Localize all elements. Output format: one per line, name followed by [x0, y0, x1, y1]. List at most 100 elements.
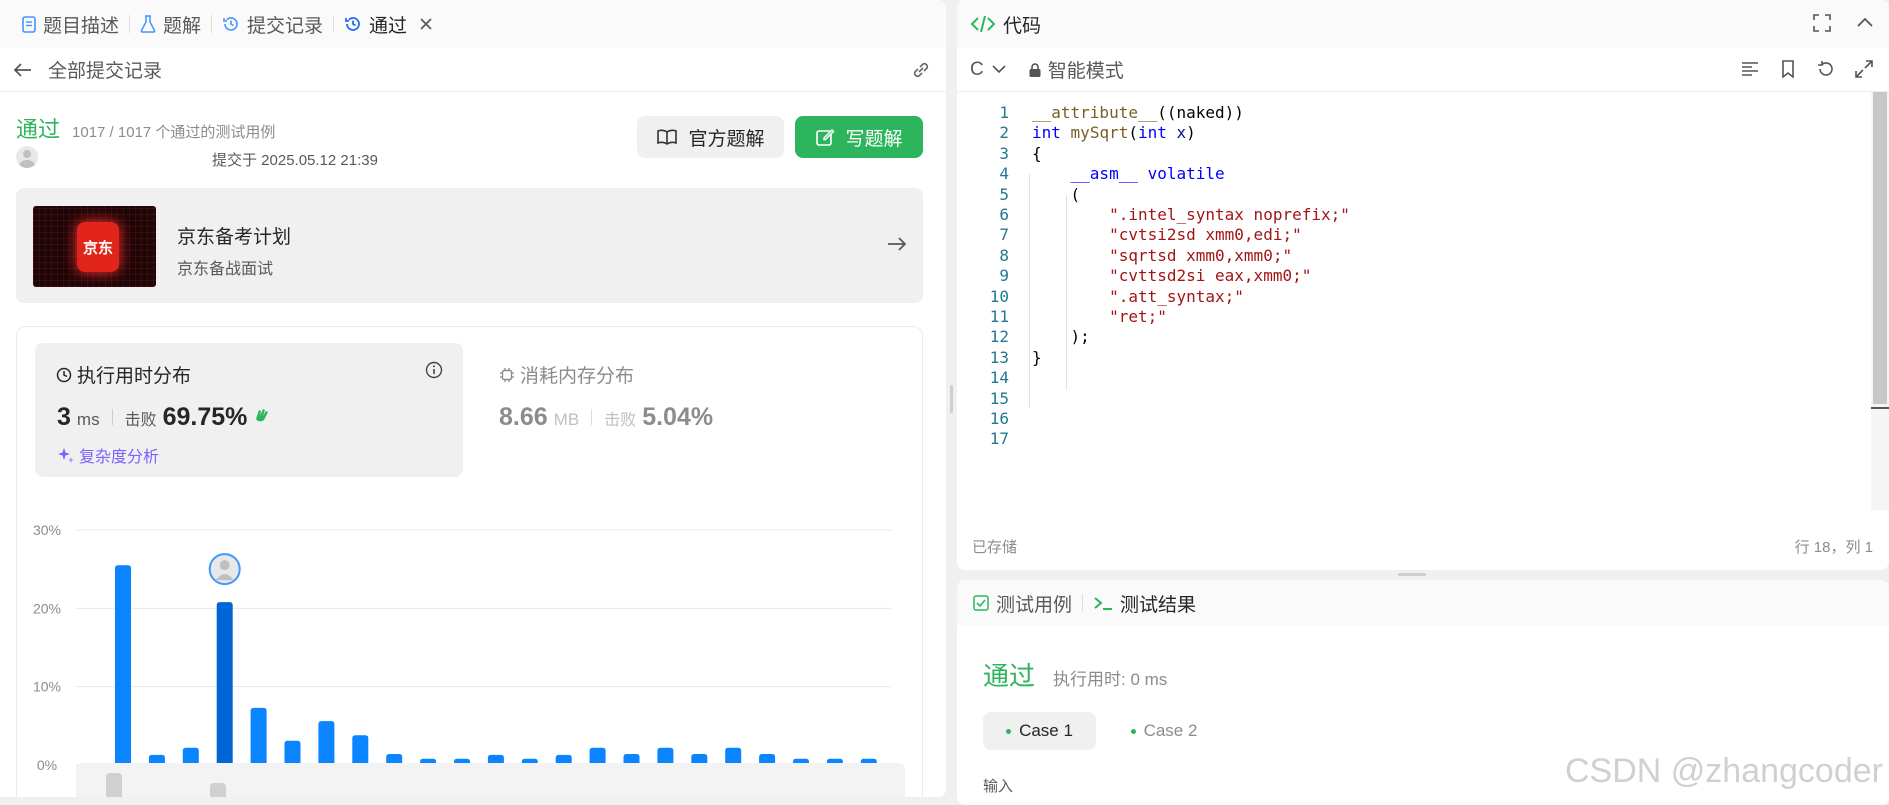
submission-subbar: 全部提交记录: [0, 48, 946, 92]
leetcode-hands-icon: [253, 405, 273, 425]
tab-divider: [1082, 594, 1084, 612]
sparkle-icon: [57, 446, 75, 464]
code-line: 14: [957, 368, 1009, 388]
fullscreen-icon[interactable]: [1813, 14, 1831, 32]
runtime-title-row: 执行用时分布: [56, 361, 191, 388]
code-line: 9 "cvttsd2si eax,xmm0;": [957, 266, 1311, 286]
close-icon[interactable]: [420, 18, 432, 30]
format-icon[interactable]: [1741, 60, 1759, 78]
expand-icon[interactable]: [1855, 60, 1873, 78]
tab-solutions[interactable]: 题解: [130, 11, 211, 38]
language-select[interactable]: C: [970, 59, 1006, 81]
bar[interactable]: [352, 735, 369, 765]
code-text: );: [1032, 327, 1090, 347]
jd-logo: 京东: [77, 222, 119, 272]
indent-guide: [1029, 174, 1030, 408]
code-text: ".att_syntax;": [1109, 286, 1244, 306]
indent-guide: [1066, 195, 1067, 390]
y-tick-label: 30%: [33, 522, 61, 538]
tab-accepted[interactable]: 通过: [334, 11, 442, 38]
tab-test-results-label: 测试结果: [1120, 594, 1197, 616]
promo-subtitle: 京东备战面试: [177, 261, 274, 278]
code-editor[interactable]: 1 __attribute__((naked)) 2 int mySqrt(int x…: [957, 92, 1869, 510]
promo-image: 京东: [33, 206, 156, 287]
runtime-title: 执行用时分布: [77, 366, 192, 387]
document-icon: [22, 15, 36, 33]
bar[interactable]: [250, 707, 267, 765]
scrollbar-marker: [1871, 407, 1889, 409]
user-marker-head: [219, 560, 230, 571]
line-number: 10: [989, 286, 1009, 306]
mode-indicator[interactable]: 智能模式: [1028, 56, 1124, 83]
runtime-box[interactable]: 执行用时分布 3 ms 击败 69.75% 复杂度分析: [35, 343, 463, 477]
value-divider: [591, 409, 593, 425]
bar[interactable]: [115, 565, 131, 765]
code-line: 15: [957, 389, 1009, 409]
value-divider: [111, 409, 113, 425]
bar[interactable]: [216, 602, 233, 765]
editor-statusbar: 已存储 行 18，列 1: [957, 528, 1889, 564]
memory-box[interactable]: 消耗内存分布 8.66 MB 击败 5.04%: [499, 343, 899, 477]
code-line: 1 __attribute__((naked)): [957, 103, 1244, 123]
cases-passed-text: 1017 / 1017 个通过的测试用例: [72, 124, 276, 141]
bookmark-icon[interactable]: [1779, 60, 1797, 78]
code-text: {: [1032, 143, 1042, 163]
preview-bar: [210, 783, 226, 797]
write-solution-button[interactable]: 写题解: [795, 116, 923, 158]
lock-icon: [1028, 62, 1042, 78]
promo-card[interactable]: 京东 京东备考计划 京东备战面试: [16, 188, 923, 303]
info-icon[interactable]: [425, 361, 443, 379]
case-2-label: Case 2: [1143, 721, 1198, 740]
case-1-tab[interactable]: Case 1: [983, 712, 1096, 750]
code-line: 7 "cvtsi2sd xmm0,edi;": [957, 225, 1301, 245]
write-solution-label: 写题解: [845, 128, 903, 150]
memory-value: 8.66: [499, 403, 548, 431]
code-line: 4 __asm__ volatile: [957, 164, 1224, 184]
vertical-resize-handle[interactable]: [950, 385, 953, 413]
all-submissions-link[interactable]: 全部提交记录: [48, 56, 162, 83]
test-runtime: 执行用时: 0 ms: [1053, 670, 1168, 689]
avatar[interactable]: [16, 146, 38, 168]
mode-label: 智能模式: [1047, 61, 1124, 82]
input-label: 输入: [983, 778, 1014, 795]
chevron-up-icon[interactable]: [1857, 16, 1873, 28]
scrollbar-thumb[interactable]: [1873, 92, 1887, 404]
code-text: __attribute__((naked)): [1032, 103, 1244, 122]
line-number: 1: [999, 103, 1009, 122]
history-icon: [222, 15, 240, 33]
official-solution-button[interactable]: 官方题解: [637, 116, 784, 158]
book-icon: [656, 128, 678, 146]
line-number: 8: [999, 245, 1009, 265]
line-number: 15: [989, 388, 1009, 408]
tab-testcases[interactable]: 测试用例: [973, 590, 1072, 617]
stats-card: 执行用时分布 3 ms 击败 69.75% 复杂度分析 消耗内存分布 8.66 …: [16, 326, 923, 797]
arrow-left-icon[interactable]: [14, 62, 32, 77]
tab-submissions[interactable]: 提交记录: [212, 11, 333, 38]
reset-icon[interactable]: [1817, 60, 1835, 78]
bar[interactable]: [284, 740, 301, 765]
tab-description[interactable]: 题目描述: [12, 11, 129, 38]
complexity-link[interactable]: 复杂度分析: [57, 443, 159, 467]
line-number: 9: [999, 266, 1009, 286]
chip-icon: [499, 367, 515, 383]
panel-resize-handle[interactable]: [1398, 573, 1426, 576]
code-text: "cvtsi2sd xmm0,edi;": [1109, 225, 1302, 245]
line-number: 13: [989, 347, 1009, 367]
tab-test-results[interactable]: 测试结果: [1093, 590, 1196, 617]
tab-testcases-label: 测试用例: [996, 594, 1073, 616]
line-number: 17: [989, 429, 1009, 449]
code-line: 12 );: [957, 327, 1090, 347]
editor-scrollbar[interactable]: [1871, 92, 1889, 510]
arrow-right-icon[interactable]: [887, 235, 907, 253]
runtime-distribution-chart[interactable]: 30%20%10%0%5ms10ms18ms30ms: [17, 487, 922, 797]
edit-icon: [815, 127, 836, 147]
line-number: 11: [989, 307, 1009, 326]
runtime-value-row: 3 ms 击败 69.75%: [57, 403, 273, 432]
code-text: "ret;": [1109, 307, 1167, 326]
case-2-tab[interactable]: Case 2: [1109, 712, 1219, 750]
code-title: 代码: [1003, 15, 1042, 37]
promo-title: 京东备考计划: [177, 227, 292, 248]
test-status: 通过: [983, 661, 1036, 691]
bar[interactable]: [318, 721, 335, 765]
link-icon[interactable]: [910, 59, 932, 81]
